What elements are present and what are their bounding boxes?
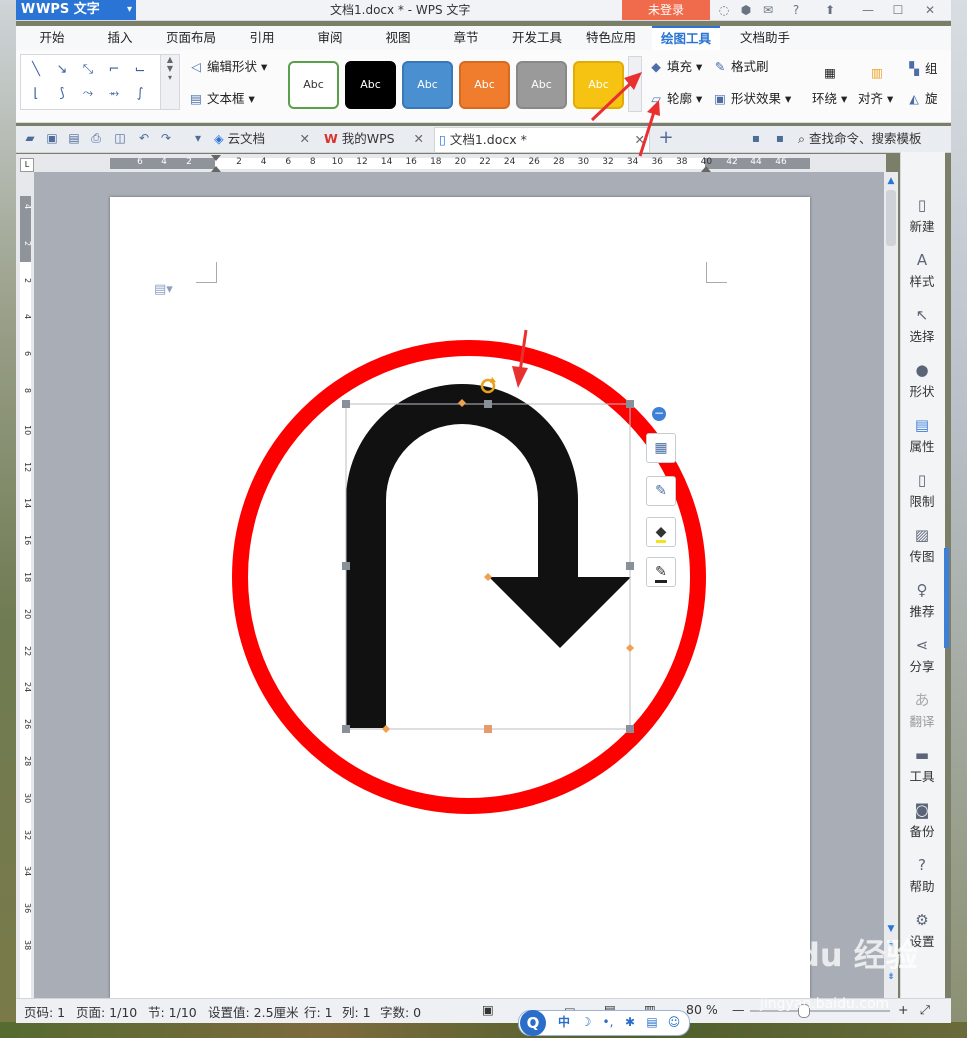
translate-icon: あ [914,691,930,709]
annotation-arrow-outline [638,111,656,157]
resize-handle[interactable] [484,725,492,733]
property-icon: ▤ [914,416,930,434]
zoom-out-icon[interactable]: — [732,1002,745,1017]
status-row: 行: 1 [304,1005,333,1020]
new-doc-icon: ▯ [917,196,927,214]
taskpane-style[interactable]: A 样式 [902,249,942,297]
annotation-arrow-head [647,100,660,116]
zoom-level[interactable]: 80 % [686,1002,718,1017]
resize-handle[interactable] [342,400,350,408]
drawing-canvas [232,72,706,814]
annotation-arrow-head [512,366,528,388]
taskpane-collapse-handle[interactable] [944,548,949,648]
select-icon: ↖ [915,306,929,324]
resize-handle[interactable] [342,725,350,733]
taskpane-translate[interactable]: あ翻译 [902,689,942,737]
wrap-layout-icon[interactable]: ▦ [646,433,676,463]
status-section: 节: 1/10 [148,1005,197,1020]
resize-handle[interactable] [626,562,634,570]
toolbox-icon: ▬ [914,746,930,764]
adjust-handle[interactable] [484,573,492,581]
taskpane-recommend[interactable]: ♀ 推荐 [902,579,942,627]
ime-language[interactable]: 中 [556,1013,572,1031]
taskpane-restrict[interactable]: ▯ 限制 [902,469,942,517]
share-icon: ⋖ [915,636,929,654]
taskpane-select[interactable]: ↖ 选择 [902,304,942,352]
clipboard-icon[interactable]: ▤ [644,1013,660,1031]
taskpane-backup[interactable]: ◙ 备份 [902,799,942,847]
baidu-watermark-url: jingyan.baidu.com [760,996,890,1012]
punctuation-icon[interactable]: •, [600,1013,616,1031]
collapse-toolbar-icon[interactable]: − [652,407,666,421]
u-turn-arrow-shape[interactable] [346,384,631,728]
taskpane-property[interactable]: ▤ 属性 [902,414,942,462]
resize-handle[interactable] [626,400,634,408]
fill-color-float-icon[interactable]: ◆ [646,517,676,547]
half-width-moon-icon[interactable]: ☽ [578,1013,594,1031]
wrench-icon[interactable]: ✱ [622,1013,638,1031]
status-word-count: 字数: 0 [380,1005,422,1020]
vertical-scrollbar[interactable] [884,172,898,998]
ime-logo-icon[interactable]: Q [520,1010,546,1036]
emoji-smile-icon[interactable]: ☺ [666,1013,682,1031]
backup-icon: ◙ [914,801,930,819]
taskpane-help[interactable]: ? 帮助 [902,854,942,902]
status-setting: 设置值: 2.5厘米 [208,1005,299,1020]
shape-icon: ● [915,361,929,379]
annotation-arrow-fill [590,80,634,122]
status-col: 列: 1 [342,1005,371,1020]
style-icon: A [916,251,928,269]
scroll-up-icon[interactable]: ▲ [886,176,896,186]
settings-icon: ⚙ [915,911,929,929]
outline-float-icon[interactable]: ✎ [646,557,676,587]
resize-handle[interactable] [342,562,350,570]
baidu-watermark: Baidu 经验 [740,936,918,974]
resize-handle[interactable] [484,400,492,408]
restrict-icon: ▯ [917,471,927,489]
taskpane-toolbox[interactable]: ▬ 工具 [902,744,942,792]
adjust-handle[interactable] [626,644,634,652]
status-page-code: 页码: 1 [24,1005,66,1020]
status-page: 页面: 1/10 [76,1005,138,1020]
taskpane-new[interactable]: ▯ 新建 [902,194,942,242]
help-icon: ? [918,856,926,874]
resize-handle[interactable] [626,725,634,733]
taskpane-shape[interactable]: ● 形状 [902,359,942,407]
edit-shape-float-icon[interactable]: ✎ [646,476,676,506]
taskpane-share[interactable]: ⋖ 分享 [902,634,942,682]
full-screen-icon[interactable]: ▣ [482,1002,494,1017]
taskpane-upload-image[interactable]: ▨ 传图 [902,524,942,572]
recommend-icon: ♀ [916,581,928,599]
scrollbar-thumb[interactable] [886,190,896,246]
upload-image-icon: ▨ [914,526,930,544]
